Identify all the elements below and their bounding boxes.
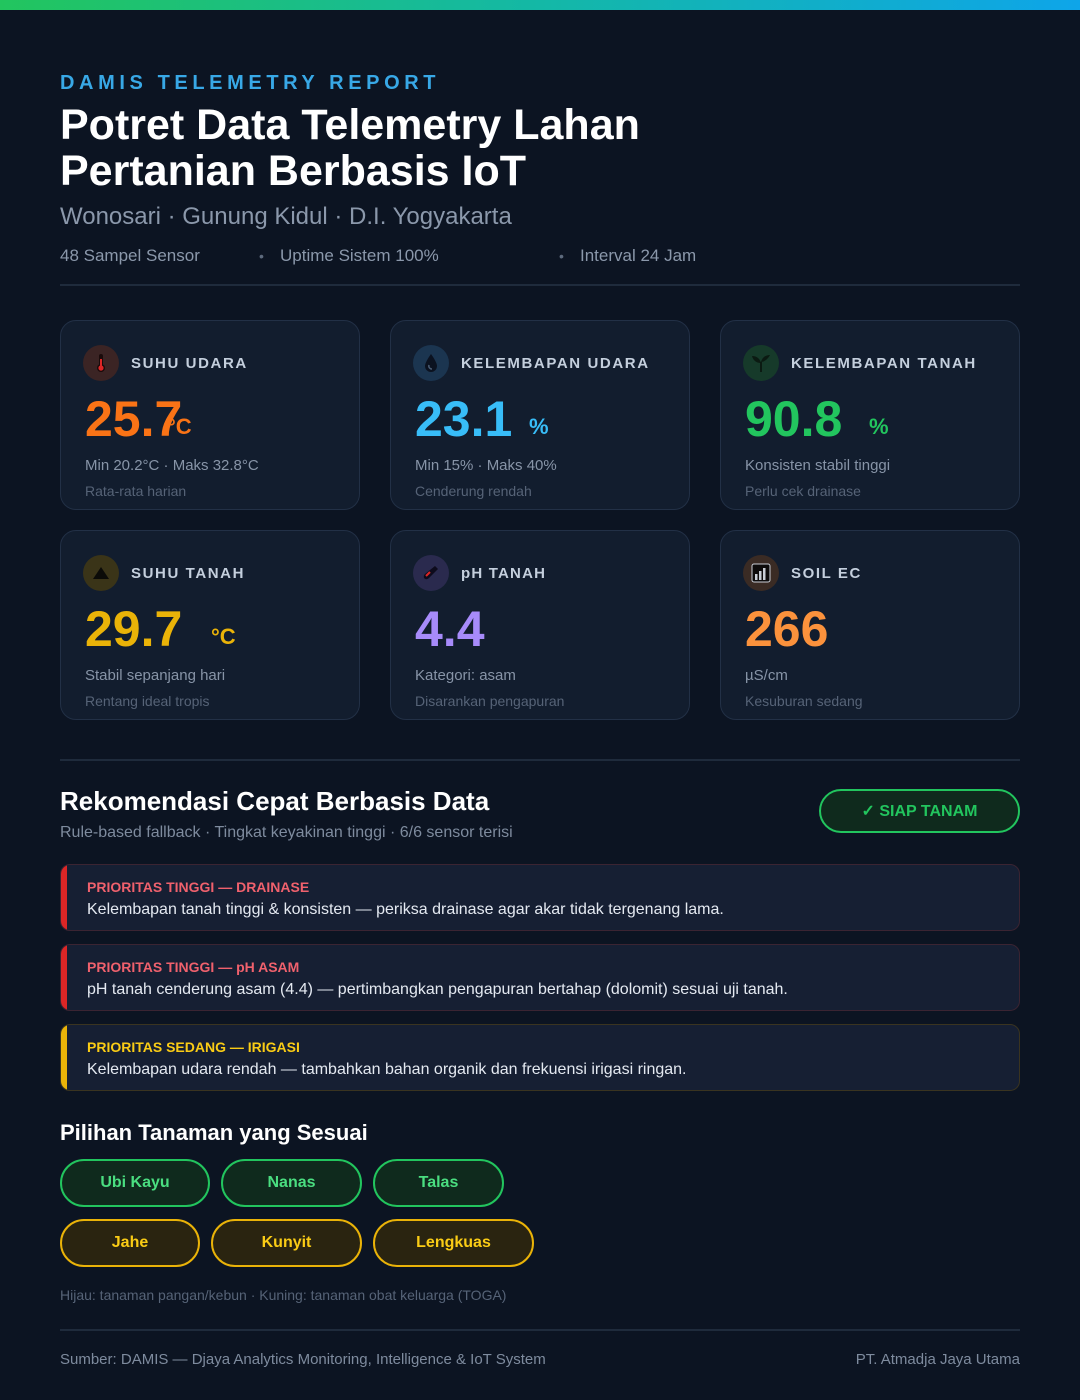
crop-chip-kunyit: Kunyit (211, 1219, 362, 1267)
meta-separator: • (559, 248, 564, 264)
thermometer-icon (83, 345, 119, 381)
recommendation-item: PRIORITAS TINGGI — DRAINASE Kelembapan t… (60, 864, 1020, 931)
metric-card-soil-moisture: KELEMBAPAN TANAH 90.8 % Konsisten stabil… (720, 320, 1020, 510)
crops-legend: Hijau: tanaman pangan/kebun · Kuning: ta… (60, 1287, 507, 1303)
metric-note: Disarankan pengapuran (415, 693, 565, 709)
recommendation-title: PRIORITAS SEDANG — IRIGASI (87, 1039, 300, 1055)
metric-label: SOIL EC (791, 565, 862, 582)
meta-interval: Interval 24 Jam (580, 246, 697, 265)
metric-card-soil-temp: SUHU TANAH 29.7 °C Stabil sepanjang hari… (60, 530, 360, 720)
recommendations-subtitle: Rule-based fallback · Tingkat keyakinan … (60, 824, 513, 841)
divider (60, 284, 1020, 286)
metric-value: 23.1 (415, 391, 513, 447)
report-eyebrow: DAMIS TELEMETRY REPORT (60, 72, 441, 94)
metric-label: SUHU UDARA (131, 355, 248, 372)
metric-range: Stabil sepanjang hari (85, 667, 226, 684)
page-title: Potret Data Telemetry Lahan Pertanian Be… (60, 101, 640, 195)
metric-note: Rentang ideal tropis (85, 693, 210, 709)
mountain-icon (83, 555, 119, 591)
crops-title: Pilihan Tanaman yang Sesuai (60, 1120, 368, 1145)
meta-uptime: Uptime Sistem 100% (280, 246, 439, 265)
recommendation-title: PRIORITAS TINGGI — DRAINASE (87, 879, 310, 895)
recommendation-text: Kelembapan tanah tinggi & konsisten — pe… (87, 901, 724, 918)
recommendation-text: Kelembapan udara rendah — tambahkan baha… (87, 1061, 687, 1078)
metric-range: Konsisten stabil tinggi (745, 457, 891, 474)
crop-chip-talas: Talas (373, 1159, 504, 1207)
recommendation-text: pH tanah cenderung asam (4.4) — pertimba… (87, 981, 788, 998)
footer-source: Sumber: DAMIS — Djaya Analytics Monitori… (60, 1351, 546, 1368)
priority-bar (61, 1025, 67, 1090)
metric-value: 4.4 (415, 601, 485, 657)
metric-value: 29.7 (85, 601, 183, 657)
metric-unit: % (869, 414, 889, 439)
metric-label: SUHU TANAH (131, 565, 246, 582)
metric-unit-text: µS/cm (745, 667, 788, 684)
divider (60, 759, 1020, 761)
crop-chip-lengkuas: Lengkuas (373, 1219, 534, 1267)
crop-chip-nanas: Nanas (221, 1159, 362, 1207)
metric-range: Kategori: asam (415, 667, 516, 684)
priority-bar (61, 945, 67, 1010)
metric-card-air-humidity: KELEMBAPAN UDARA 23.1 % Min 15% · Maks 4… (390, 320, 690, 510)
seedling-icon (743, 345, 779, 381)
metric-card-air-temp: SUHU UDARA 25.7 °C Min 20.2°C · Maks 32.… (60, 320, 360, 510)
metric-note: Kesuburan sedang (745, 693, 863, 709)
recommendation-title: PRIORITAS TINGGI — pH ASAM (87, 959, 300, 975)
metric-value: 90.8 (745, 391, 843, 447)
crop-chip-ubi-kayu: Ubi Kayu (60, 1159, 210, 1207)
water-drop-icon (413, 345, 449, 381)
bar-chart-icon (743, 555, 779, 591)
metric-range: Min 15% · Maks 40% (415, 457, 557, 474)
metric-value: 266 (745, 601, 829, 657)
crop-chip-jahe: Jahe (60, 1219, 200, 1267)
metric-label: pH TANAH (461, 565, 547, 582)
test-tube-icon (413, 555, 449, 591)
metric-unit: % (529, 414, 549, 439)
metric-note: Perlu cek drainase (745, 483, 861, 499)
meta-separator: • (259, 248, 264, 264)
top-accent-bar (0, 0, 1080, 10)
metric-unit: °C (211, 624, 236, 649)
metric-note: Cenderung rendah (415, 483, 532, 499)
location-subtitle: Wonosari · Gunung Kidul · D.I. Yogyakart… (60, 203, 512, 230)
metric-unit: °C (167, 414, 192, 439)
metric-card-soil-ec: SOIL EC 266 µS/cm Kesuburan sedang (720, 530, 1020, 720)
status-badge: ✓ SIAP TANAM (819, 789, 1020, 833)
metric-note: Rata-rata harian (85, 483, 187, 499)
recommendation-item: PRIORITAS TINGGI — pH ASAM pH tanah cend… (60, 944, 1020, 1011)
metric-label: KELEMBAPAN TANAH (791, 355, 977, 372)
meta-samples: 48 Sampel Sensor (60, 246, 200, 265)
metric-range: Min 20.2°C · Maks 32.8°C (85, 457, 259, 474)
recommendation-item: PRIORITAS SEDANG — IRIGASI Kelembapan ud… (60, 1024, 1020, 1091)
priority-bar (61, 865, 67, 930)
recommendations-title: Rekomendasi Cepat Berbasis Data (60, 786, 490, 816)
metric-label: KELEMBAPAN UDARA (461, 355, 650, 372)
metric-card-soil-ph: pH TANAH 4.4 Kategori: asam Disarankan p… (390, 530, 690, 720)
report-meta: 48 Sampel Sensor • Uptime Sistem 100% • … (60, 246, 1020, 268)
divider (60, 1329, 1020, 1331)
footer-company: PT. Atmadja Jaya Utama (855, 1351, 1020, 1368)
